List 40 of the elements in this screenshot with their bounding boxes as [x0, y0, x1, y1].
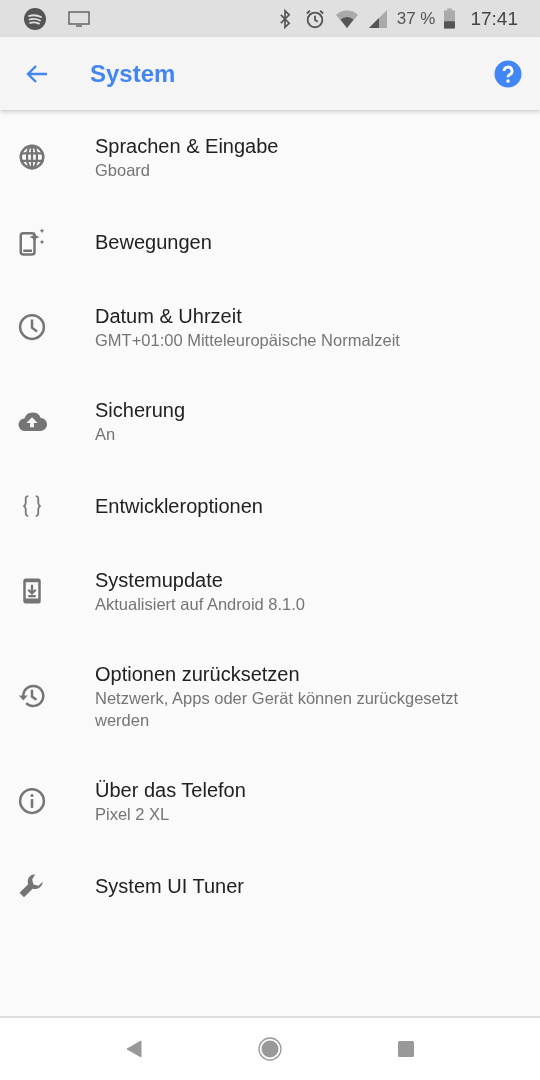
item-title: Datum & Uhrzeit: [95, 304, 243, 329]
square-recents-icon: [398, 1041, 414, 1057]
battery-percentage: 37 %: [396, 8, 436, 29]
settings-item[interactable]: Bewegungen: [0, 204, 540, 280]
item-summary: Gboard: [95, 160, 152, 181]
help-icon: [494, 59, 522, 88]
item-title: System UI Tuner: [95, 874, 244, 899]
settings-item[interactable]: System UI Tuner: [0, 848, 540, 924]
item-title: Bewegungen: [95, 230, 212, 255]
settings-item[interactable]: Sicherung An: [0, 374, 540, 468]
item-title: Entwickleroptionen: [95, 494, 263, 519]
settings-item[interactable]: Datum & Uhrzeit GMT+01:00 Mitteleuropäische Normalzeit: [0, 280, 540, 374]
item-summary: Pixel 2 XL: [95, 804, 171, 825]
arrow-left-icon: [26, 63, 48, 84]
clock-icon: [16, 312, 47, 342]
item-title: Systemupdate: [95, 568, 224, 593]
item-summary: GMT+01:00 Mitteleuropäische Normalzeit: [95, 330, 400, 351]
clock-time: 17:41: [470, 7, 518, 30]
page-title: System: [90, 59, 177, 88]
settings-item[interactable]: Entwickleroptionen: [0, 468, 540, 544]
item-summary: An: [95, 424, 117, 445]
alarm-icon: [303, 7, 326, 30]
settings-item[interactable]: Über das Telefon Pixel 2 XL: [0, 754, 540, 848]
battery-icon: [444, 8, 456, 29]
item-summary: Aktualisiert auf Android 8.1.0: [95, 594, 306, 615]
info-icon: [16, 786, 47, 816]
settings-item[interactable]: Optionen zurücksetzen Netzwerk, Apps oder Gerät können zurückgesetzt werden: [0, 638, 540, 754]
item-title: Sicherung: [95, 398, 186, 423]
monitor-icon: [67, 8, 91, 29]
item-title: Optionen zurücksetzen: [95, 662, 301, 687]
music-app-icon: [23, 6, 47, 31]
home-circle-icon: [258, 1037, 282, 1061]
wifi-icon: [334, 8, 359, 29]
signal-icon: [367, 8, 388, 29]
item-title: Über das Telefon: [95, 778, 246, 803]
item-summary: Netzwerk, Apps oder Gerät können zurückgesetzt werden: [95, 688, 460, 731]
settings-item[interactable]: Sprachen & Eingabe Gboard: [0, 110, 540, 204]
item-title: Sprachen & Eingabe: [95, 134, 279, 159]
settings-item[interactable]: Systemupdate Aktualisiert auf Android 8.1.0: [0, 544, 540, 638]
triangle-back-icon: [126, 1040, 142, 1058]
